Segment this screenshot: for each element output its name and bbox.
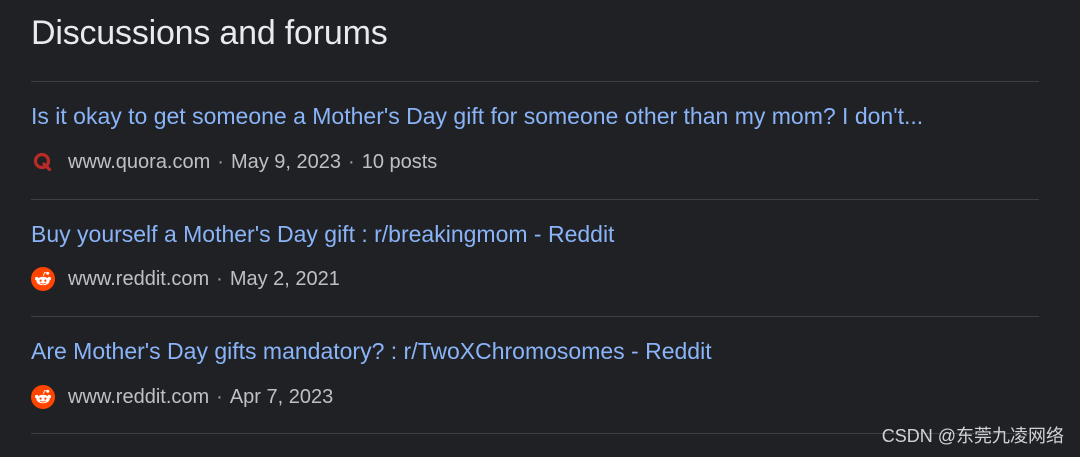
- result-link-1[interactable]: Is it okay to get someone a Mother's Day…: [31, 102, 1039, 130]
- meta-separator: ·: [216, 267, 223, 290]
- result-domain[interactable]: www.reddit.com: [68, 386, 209, 409]
- result-meta-2: www.reddit.com · May 2, 2021: [31, 266, 340, 292]
- watermark: CSDN @东莞九凌网络: [881, 426, 1064, 446]
- result-posts-count: 10 posts: [361, 150, 438, 173]
- result-domain[interactable]: www.quora.com: [68, 151, 210, 174]
- meta-separator: ·: [348, 150, 355, 173]
- result-link-3[interactable]: Are Mother's Day gifts mandatory? : r/Tw…: [31, 337, 1039, 365]
- result-link-2[interactable]: Buy yourself a Mother's Day gift : r/bre…: [31, 220, 1039, 248]
- result-meta-1: www.quora.com · May 9, 2023 · 10 posts: [31, 149, 437, 175]
- result-date: May 9, 2023: [230, 150, 342, 173]
- reddit-icon: [31, 385, 55, 409]
- divider: [31, 199, 1039, 200]
- section-title: Discussions and forums: [31, 14, 388, 52]
- quora-icon: [31, 150, 55, 174]
- result-meta-3: www.reddit.com · Apr 7, 2023: [31, 384, 333, 410]
- divider: [31, 81, 1039, 82]
- discussions-forums-panel: Discussions and forums Is it okay to get…: [31, 0, 1039, 457]
- divider: [31, 316, 1039, 317]
- result-date: May 2, 2021: [229, 267, 340, 290]
- reddit-icon: [31, 267, 55, 291]
- meta-separator: ·: [216, 385, 223, 408]
- meta-separator: ·: [217, 150, 224, 173]
- result-date: Apr 7, 2023: [229, 385, 334, 408]
- result-domain[interactable]: www.reddit.com: [68, 268, 209, 291]
